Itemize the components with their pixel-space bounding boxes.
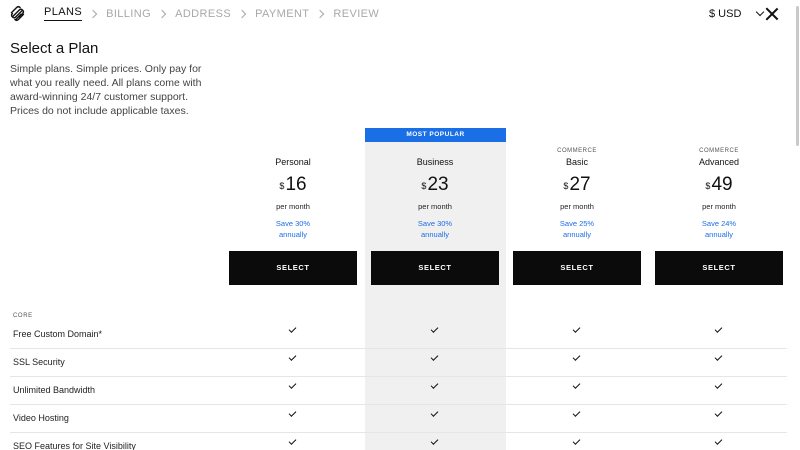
currency-symbol: $ [279, 181, 285, 191]
checkmark-icon [572, 353, 581, 361]
page-title: Select a Plan [10, 40, 99, 57]
savings-term: annually [421, 230, 449, 239]
price-amount: 49 [711, 174, 733, 195]
chevron-right-icon [157, 9, 167, 18]
plan-name: Personal [275, 157, 311, 167]
step-address: ADDRESS [175, 7, 232, 20]
checkmark-icon [430, 381, 439, 389]
feature-name: Unlimited Bandwidth [13, 385, 96, 395]
checkmark-icon [572, 437, 581, 445]
savings-percent: Save 25% [559, 219, 595, 228]
checkmark-icon [288, 409, 297, 417]
plan-price: $23 [371, 174, 499, 196]
savings-term: annually [563, 230, 591, 239]
chevron-down-icon [756, 7, 765, 17]
squarespace-logo-icon[interactable] [9, 5, 26, 22]
step-review: REVIEW [333, 7, 380, 20]
savings-percent: Save 30% [417, 219, 453, 228]
price-amount: 27 [569, 174, 591, 195]
checkmark-icon [430, 409, 439, 417]
plan-eyebrow: COMMERCE [557, 148, 597, 154]
select-commerce-advanced-button[interactable]: SELECT [655, 251, 783, 285]
checkmark-icon [714, 409, 723, 417]
checkmark-icon [714, 353, 723, 361]
plan-price: $27 [513, 174, 641, 196]
feature-name: SSL Security [13, 357, 65, 367]
select-business-button[interactable]: SELECT [371, 251, 499, 285]
page-scrollbar[interactable] [795, 0, 800, 450]
most-popular-badge: MOST POPULAR [365, 128, 506, 142]
feature-row: SEO Features for Site Visibility [10, 433, 787, 450]
plan-eyebrow [371, 148, 499, 156]
feature-row: Free Custom Domain* [10, 321, 787, 349]
select-personal-button[interactable]: SELECT [229, 251, 357, 285]
chevron-right-icon [88, 9, 98, 18]
page-subtitle: Simple plans. Simple prices. Only pay fo… [10, 63, 202, 117]
plan-savings: Save 24% annually [655, 218, 783, 240]
select-commerce-basic-button[interactable]: SELECT [513, 251, 641, 285]
checkmark-icon [430, 437, 439, 445]
checkmark-icon [572, 381, 581, 389]
close-icon[interactable] [765, 7, 779, 21]
price-amount: 16 [285, 174, 307, 195]
checkmark-icon [288, 437, 297, 445]
step-payment: PAYMENT [255, 7, 310, 20]
chevron-right-icon [237, 9, 247, 18]
savings-term: annually [705, 230, 733, 239]
checkmark-icon [288, 353, 297, 361]
plan-business: Business $23 per month Save 30% annually [371, 148, 499, 240]
plan-price: $16 [229, 174, 357, 196]
plan-name: Advanced [698, 157, 740, 167]
plan-eyebrow: COMMERCE [699, 148, 739, 154]
plan-name: Business [416, 157, 454, 167]
step-plans[interactable]: PLANS [44, 6, 83, 21]
plan-period: per month [560, 202, 594, 211]
plan-period: per month [418, 202, 452, 211]
top-bar: PLANS BILLING ADDRESS PAYMENT REVIEW $ U… [0, 0, 800, 28]
savings-percent: Save 24% [701, 219, 737, 228]
checkmark-icon [288, 325, 297, 333]
currency-symbol: $ [563, 181, 569, 191]
feature-row: Video Hosting [10, 405, 787, 433]
savings-percent: Save 30% [275, 219, 311, 228]
plan-savings: Save 25% annually [513, 218, 641, 240]
plan-commerce-basic: COMMERCE Basic $27 per month Save 25% an… [513, 148, 641, 240]
feature-row: SSL Security [10, 349, 787, 377]
currency-label: $ USD [709, 8, 742, 20]
currency-selector[interactable]: $ USD [709, 7, 765, 20]
plan-price: $49 [655, 174, 783, 196]
checkout-steps: PLANS BILLING ADDRESS PAYMENT REVIEW [44, 6, 379, 21]
checkmark-icon [430, 325, 439, 333]
currency-symbol: $ [421, 181, 427, 191]
feature-row: Unlimited Bandwidth [10, 377, 787, 405]
plan-name: Basic [565, 157, 588, 167]
checkmark-icon [430, 353, 439, 361]
feature-name: Free Custom Domain* [13, 329, 103, 339]
checkmark-icon [572, 409, 581, 417]
checkmark-icon [714, 325, 723, 333]
plan-personal: Personal $16 per month Save 30% annually [229, 148, 357, 240]
checkmark-icon [714, 381, 723, 389]
plan-commerce-advanced: COMMERCE Advanced $49 per month Save 24%… [655, 148, 783, 240]
plan-savings: Save 30% annually [371, 218, 499, 240]
plan-period: per month [276, 202, 310, 211]
checkmark-icon [572, 325, 581, 333]
checkmark-icon [288, 381, 297, 389]
step-billing: BILLING [106, 7, 152, 20]
feature-name: Video Hosting [13, 413, 69, 423]
checkmark-icon [714, 437, 723, 445]
plan-period: per month [702, 202, 736, 211]
chevron-right-icon [316, 9, 325, 18]
price-amount: 23 [427, 174, 449, 195]
savings-term: annually [279, 230, 307, 239]
currency-symbol: $ [705, 181, 711, 191]
feature-section-label: CORE [13, 313, 33, 319]
scrollbar-thumb[interactable] [796, 6, 799, 146]
plan-savings: Save 30% annually [229, 218, 357, 240]
plan-eyebrow [229, 148, 357, 156]
feature-name: SEO Features for Site Visibility [13, 441, 136, 450]
